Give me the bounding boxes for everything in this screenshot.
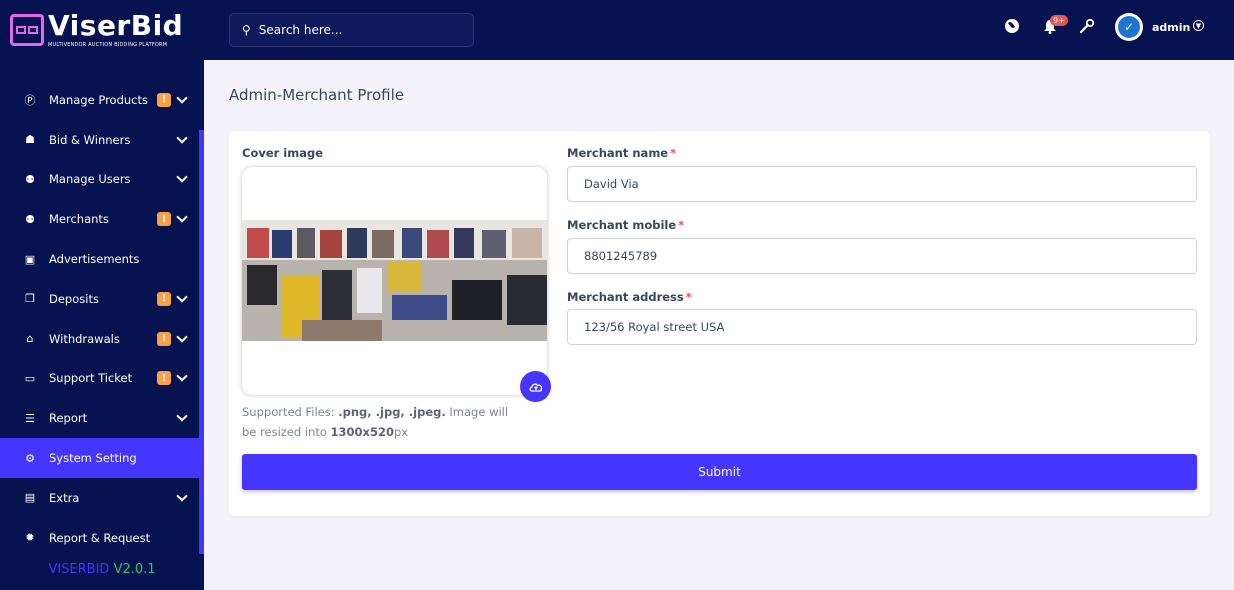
upload-cloud-icon[interactable]: [520, 371, 551, 402]
sidebar-item-label: Support Ticket: [49, 371, 133, 386]
sidebar-item-manage-users[interactable]: ⚉ Manage Users: [0, 160, 204, 200]
supported-suffix: px: [393, 425, 409, 439]
sidebar-item-label: Report & Request: [49, 530, 151, 545]
globe-icon[interactable]: [1004, 18, 1020, 38]
merchant-name-field[interactable]: [567, 166, 1197, 202]
brand-title: ViserBid: [48, 9, 184, 42]
search-icon: ⚲: [242, 23, 251, 37]
brand-logo[interactable]: ViserBid MULTIVENDOR AUCTION BIDDING PLA…: [0, 0, 204, 60]
warning-badge: !: [157, 212, 171, 227]
sidebar-item-label: Bid & Winners: [49, 132, 131, 147]
sidebar-item-label: System Setting: [49, 451, 137, 466]
merchants-icon: ⚉: [25, 212, 35, 226]
cover-image-label: Cover image: [242, 146, 324, 160]
wrench-icon[interactable]: [1079, 18, 1095, 38]
sidebar-nav: Ⓟ Manage Products! ☗ Bid & Winners ⚉ Manage U…: [0, 80, 204, 558]
merchant-mobile-label-text: Merchant mobile: [567, 218, 677, 232]
supported-size: 1300x520: [330, 425, 394, 439]
search-box[interactable]: ⚲: [229, 13, 474, 47]
merchant-address-field[interactable]: [567, 309, 1197, 345]
logo-icon: [10, 14, 44, 46]
bank-icon: ⌂: [26, 332, 34, 346]
merchant-name-label-text: Merchant name: [567, 146, 669, 160]
required-mark: *: [678, 218, 685, 232]
chevron-down-icon: [176, 490, 188, 502]
submit-button[interactable]: Submit: [242, 454, 1197, 490]
user-name[interactable]: admin: [1152, 21, 1190, 34]
sidebar-item-label: Withdrawals: [49, 331, 120, 346]
required-mark: *: [670, 146, 677, 160]
sidebar: ViserBid MULTIVENDOR AUCTION BIDDING PLA…: [0, 0, 204, 590]
warning-badge: !: [157, 92, 171, 107]
notification-count-badge: 9+: [1050, 15, 1068, 26]
sidebar-item-label: Manage Users: [49, 172, 131, 187]
sidebar-item-manage-products[interactable]: Ⓟ Manage Products!: [0, 80, 204, 120]
page-title: Admin-Merchant Profile: [229, 86, 404, 104]
chevron-down-icon: [176, 331, 188, 343]
deposit-icon: ❐: [25, 292, 35, 306]
sidebar-scrollbar[interactable]: [199, 130, 204, 554]
brand-subtitle: MULTIVENDOR AUCTION BIDDING PLATFORM: [48, 42, 168, 48]
sidebar-item-extra[interactable]: ▤ Extra: [0, 478, 204, 518]
required-mark: *: [685, 290, 692, 304]
sidebar-item-advertisements[interactable]: ▣ Advertisements: [0, 239, 204, 279]
sidebar-item-label: Deposits: [49, 291, 99, 306]
trophy-icon: ☗: [25, 133, 35, 147]
sidebar-item-label: Report: [49, 411, 88, 426]
sidebar-item-withdrawals[interactable]: ⌂ Withdrawals!: [0, 319, 204, 359]
chevron-down-icon: [176, 410, 188, 422]
warning-badge: !: [157, 371, 171, 386]
search-input[interactable]: [258, 23, 449, 37]
cover-image: [242, 220, 547, 341]
sidebar-item-bid-winners[interactable]: ☗ Bid & Winners: [0, 120, 204, 160]
version-number: V2.0.1: [113, 562, 156, 577]
sidebar-item-label: Advertisements: [49, 252, 140, 267]
merchant-mobile-label: Merchant mobile *: [567, 218, 684, 232]
chevron-down-icon[interactable]: ▼: [1193, 20, 1204, 31]
merchant-address-label-text: Merchant address: [567, 290, 684, 304]
avatar[interactable]: ✓: [1115, 13, 1143, 41]
merchant-address-label: Merchant address *: [567, 290, 692, 304]
supported-types: .png, .jpg, .jpeg.: [338, 405, 446, 419]
version-name: VISERBID: [48, 562, 110, 577]
merchant-mobile-field[interactable]: [567, 238, 1197, 274]
users-icon: ⚉: [25, 172, 35, 186]
gear-icon: ⚙: [25, 451, 35, 465]
chevron-down-icon: [176, 291, 188, 303]
supported-prefix: Supported Files:: [242, 405, 339, 419]
chevron-down-icon: [176, 132, 188, 144]
top-header: ⚲ 9+ ✓ admin ▼: [204, 0, 1234, 60]
sidebar-item-label: Merchants: [49, 212, 109, 227]
sidebar-item-system-setting[interactable]: ⚙ System Setting: [0, 438, 204, 478]
product-icon: Ⓟ: [24, 93, 36, 107]
chevron-down-icon: [176, 92, 188, 104]
sidebar-item-label: Extra: [49, 490, 80, 505]
version-label: VISERBID V2.0.1: [0, 562, 204, 577]
sidebar-item-deposits[interactable]: ❐ Deposits!: [0, 279, 204, 319]
sidebar-item-label: Manage Products: [49, 92, 148, 107]
ticket-icon: ▭: [24, 371, 36, 385]
chevron-down-icon: [176, 211, 188, 223]
warning-badge: !: [157, 331, 171, 346]
merchant-profile-card: Cover image Supported Files: .png, .jpg,…: [229, 131, 1210, 516]
sidebar-item-report-request[interactable]: ✹ Report & Request: [0, 518, 204, 558]
list-icon: ☰: [25, 411, 35, 425]
supported-files-note: Supported Files: .png, .jpg, .jpeg. Imag…: [242, 402, 522, 442]
server-icon: ▤: [24, 491, 36, 505]
chevron-down-icon: [176, 370, 188, 383]
sidebar-item-merchants[interactable]: ⚉ Merchants!: [0, 199, 204, 239]
sidebar-item-report[interactable]: ☰ Report: [0, 398, 204, 438]
check-icon: ✓: [1118, 16, 1140, 38]
warning-badge: !: [157, 291, 171, 306]
bug-icon: ✹: [25, 531, 35, 545]
cover-image-preview: [242, 167, 547, 395]
ad-icon: ▣: [24, 252, 36, 266]
sidebar-item-support-ticket[interactable]: ▭ Support Ticket!: [0, 359, 204, 399]
merchant-name-label: Merchant name *: [567, 146, 676, 160]
chevron-down-icon: [176, 171, 188, 184]
